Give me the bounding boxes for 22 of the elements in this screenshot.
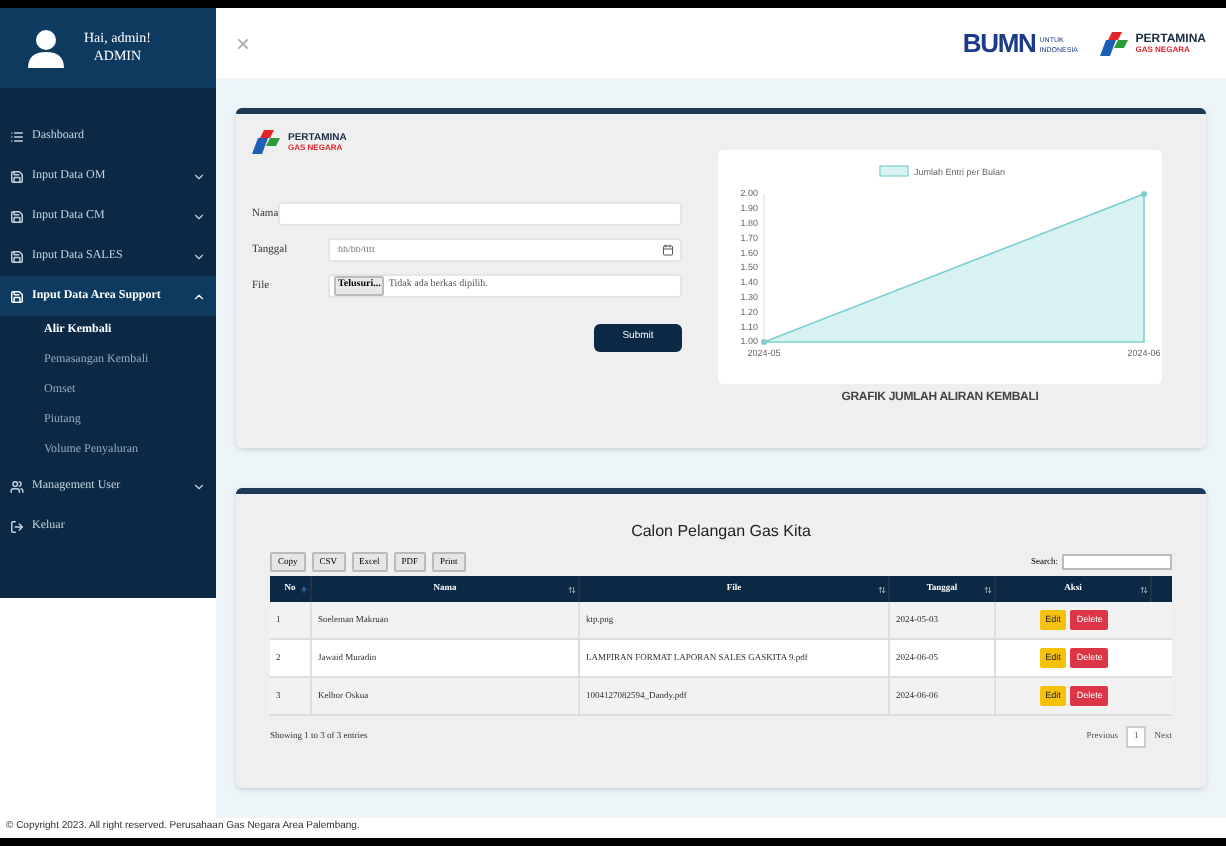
item-icon	[10, 289, 24, 303]
table-title: Calon Pelangan Gas Kita	[629, 520, 813, 544]
pertamina-logo-icon	[1099, 31, 1128, 55]
chevron-icon	[192, 169, 206, 183]
input-field[interactable]	[278, 202, 683, 226]
chevron-icon	[192, 209, 206, 223]
chevron-icon	[192, 479, 206, 493]
bumn-logo: BUMN	[962, 30, 1036, 56]
item-icon	[10, 129, 24, 143]
item-icon	[10, 169, 24, 183]
pertamina-logo-icon	[252, 130, 280, 154]
item-icon	[10, 209, 24, 223]
item-icon	[10, 519, 24, 533]
data-point	[761, 338, 767, 344]
chevron-icon	[192, 289, 206, 303]
item-icon	[10, 479, 24, 493]
avatar-icon	[24, 28, 68, 68]
chevron-icon	[192, 249, 206, 263]
search-field[interactable]	[1062, 554, 1172, 570]
data-point	[1141, 190, 1147, 196]
item-icon	[10, 249, 24, 263]
calendar-icon	[662, 244, 674, 256]
